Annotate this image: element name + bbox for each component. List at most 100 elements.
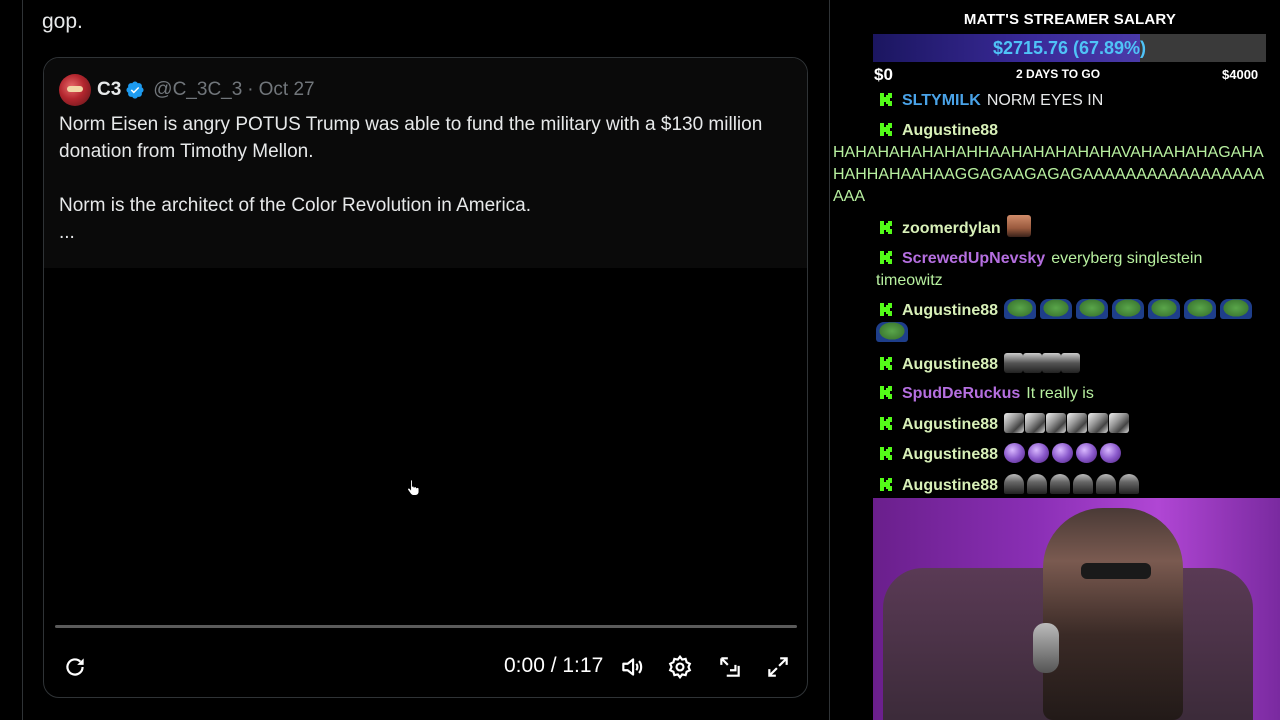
kick-badge-icon: [880, 303, 892, 316]
chat-emote-knife: [1109, 412, 1130, 433]
separator-dot: ·: [247, 79, 254, 100]
chat-emote-pepe: [1220, 299, 1253, 319]
chat-message: Augustine88: [876, 473, 1272, 497]
chat-emote-figure: [1004, 473, 1025, 494]
video-progress-bar[interactable]: [55, 625, 797, 628]
chat-username[interactable]: zoomerdylan: [902, 220, 1001, 237]
salary-title: MATT'S STREAMER SALARY: [963, 11, 1177, 28]
quoted-text-ellipsis: ...: [59, 222, 75, 243]
chat-emote-pepe: [1076, 299, 1109, 319]
chat-username[interactable]: Augustine88: [902, 416, 998, 433]
chat-emote-figure: [1119, 473, 1140, 494]
chat-emote-orb: [1028, 443, 1050, 463]
chat-text: It really is: [1026, 385, 1094, 402]
chat-emote-figure: [1050, 473, 1071, 494]
chat-emote-knife: [1046, 412, 1067, 433]
chat-message: Augustine88: [876, 443, 1272, 466]
post-text: gop.: [42, 10, 83, 33]
volume-icon: [622, 658, 643, 676]
chat-emote-pepe: [1184, 299, 1217, 319]
avatar[interactable]: [59, 74, 91, 106]
chat-emote-knife: [1025, 412, 1046, 433]
verified-badge-icon: [126, 81, 144, 99]
chat-emote-knife: [1088, 412, 1109, 433]
kick-badge-icon: [880, 477, 892, 491]
chat-emote-pepe: [1112, 299, 1145, 319]
chat-message: ScrewedUpNevsky everyberg singlestein tim…: [876, 248, 1272, 292]
chat-text: HAHAHAHAHAHAHHAAHAHAHAHAHAVAHAAHAHAGAHAH…: [833, 143, 1265, 205]
quoted-post-date[interactable]: Oct 27: [259, 79, 315, 101]
quoted-author-handle[interactable]: @C_3C_3: [153, 79, 242, 101]
chat-username[interactable]: Augustine88: [902, 302, 998, 319]
mouse-pointer-hand-icon: [407, 479, 420, 496]
kick-badge-icon: [880, 221, 892, 234]
replay-button[interactable]: [60, 652, 90, 682]
chat-username[interactable]: Augustine88: [902, 122, 998, 139]
video-time: 0:00 / 1:17: [504, 654, 604, 677]
chat-username[interactable]: SLTYMILK: [902, 92, 981, 109]
kick-badge-icon: [880, 250, 892, 264]
kick-badge-icon: [880, 356, 892, 370]
streamer-glasses: [1081, 563, 1151, 579]
salary-max: $4000: [1222, 67, 1259, 82]
salary-amount: $2715.76 (67.89%): [992, 37, 1147, 58]
chat-emote-orb: [1052, 443, 1074, 463]
quoted-post-text: Norm Eisen is angry POTUS Trump was able…: [59, 111, 779, 246]
chat-emote-orb: [1004, 443, 1026, 463]
quoted-text-line: Norm Eisen is angry POTUS Trump was able…: [59, 114, 763, 162]
chat-username[interactable]: ScrewedUpNevsky: [902, 250, 1045, 267]
chat-message: SLTYMILK NORM EYES IN: [876, 90, 1272, 112]
post-pane: gop. C3 @C_3C_3 · Oct 27 Norm Eisen is a…: [0, 0, 830, 720]
kick-badge-icon: [880, 447, 892, 460]
chat-emote-pepe: [1148, 299, 1181, 319]
salary-min: $0: [874, 65, 893, 84]
streamer: [1043, 508, 1183, 720]
chat-message: Augustine88: [876, 299, 1272, 345]
chat-emote-crowd: [1023, 352, 1043, 373]
volume-button[interactable]: [617, 652, 647, 682]
quoted-post-header: C3 @C_3C_3 · Oct 27: [59, 74, 315, 106]
chat-emote-knife: [1067, 412, 1088, 433]
chat-message: SpudDeRuckus It really is: [876, 383, 1272, 405]
chat-text: NORM EYES IN: [986, 92, 1104, 109]
kick-badge-icon: [880, 122, 892, 136]
quoted-author-name[interactable]: C3: [97, 79, 121, 101]
chat-emote-crowd: [1061, 352, 1081, 373]
chat-emote-knife: [1004, 412, 1025, 433]
chat-emote-figure: [1027, 473, 1048, 494]
chat-username[interactable]: SpudDeRuckus: [902, 385, 1020, 402]
chat-message: Augustine88 HAHAHAHAHAHAHHAAHAHAHAHAHAVAH…: [833, 120, 1272, 208]
chat-username[interactable]: Augustine88: [902, 356, 998, 373]
kick-badge-icon: [880, 416, 892, 430]
chat-emote-pepe: [876, 322, 908, 342]
chat-emote-pepe: [1040, 299, 1073, 319]
fullscreen-icon: [768, 657, 788, 677]
popout-button[interactable]: [715, 652, 745, 682]
quoted-post-card[interactable]: C3 @C_3C_3 · Oct 27 Norm Eisen is angry …: [43, 57, 808, 698]
webcam-feed: [873, 498, 1280, 720]
chat-emote-pepe: [1004, 299, 1037, 319]
settings-button[interactable]: [665, 652, 695, 682]
popout-icon: [720, 657, 740, 677]
chat-username[interactable]: Augustine88: [902, 477, 998, 494]
chat-message: zoomerdylan: [876, 215, 1272, 240]
chat-emote-figure: [1096, 473, 1117, 494]
chat-emote-figure: [1073, 473, 1094, 494]
chat-emote-crowd: [1042, 352, 1062, 373]
replay-icon: [66, 658, 84, 676]
chat-username[interactable]: Augustine88: [902, 446, 998, 463]
chat-emote-crowd: [1004, 352, 1024, 373]
chat-emote-face: [1006, 215, 1031, 237]
chat-log: SLTYMILK NORM EYES IN Augustine88 HAHAHAHAH…: [833, 90, 1272, 504]
gear-icon: [668, 654, 692, 680]
fullscreen-button[interactable]: [763, 652, 793, 682]
chat-message: Augustine88: [876, 412, 1272, 436]
salary-goal-bar: $2715.76 (67.89%): [873, 34, 1266, 62]
chat-emote-orb: [1076, 443, 1098, 463]
salary-days-left: 2 DAYS TO GO: [1016, 67, 1101, 81]
kick-badge-icon: [880, 93, 892, 106]
chat-emote-orb: [1100, 443, 1122, 463]
quoted-text-line: Norm is the architect of the Color Revol…: [59, 195, 532, 216]
microphone: [1033, 623, 1059, 673]
kick-badge-icon: [880, 386, 892, 399]
